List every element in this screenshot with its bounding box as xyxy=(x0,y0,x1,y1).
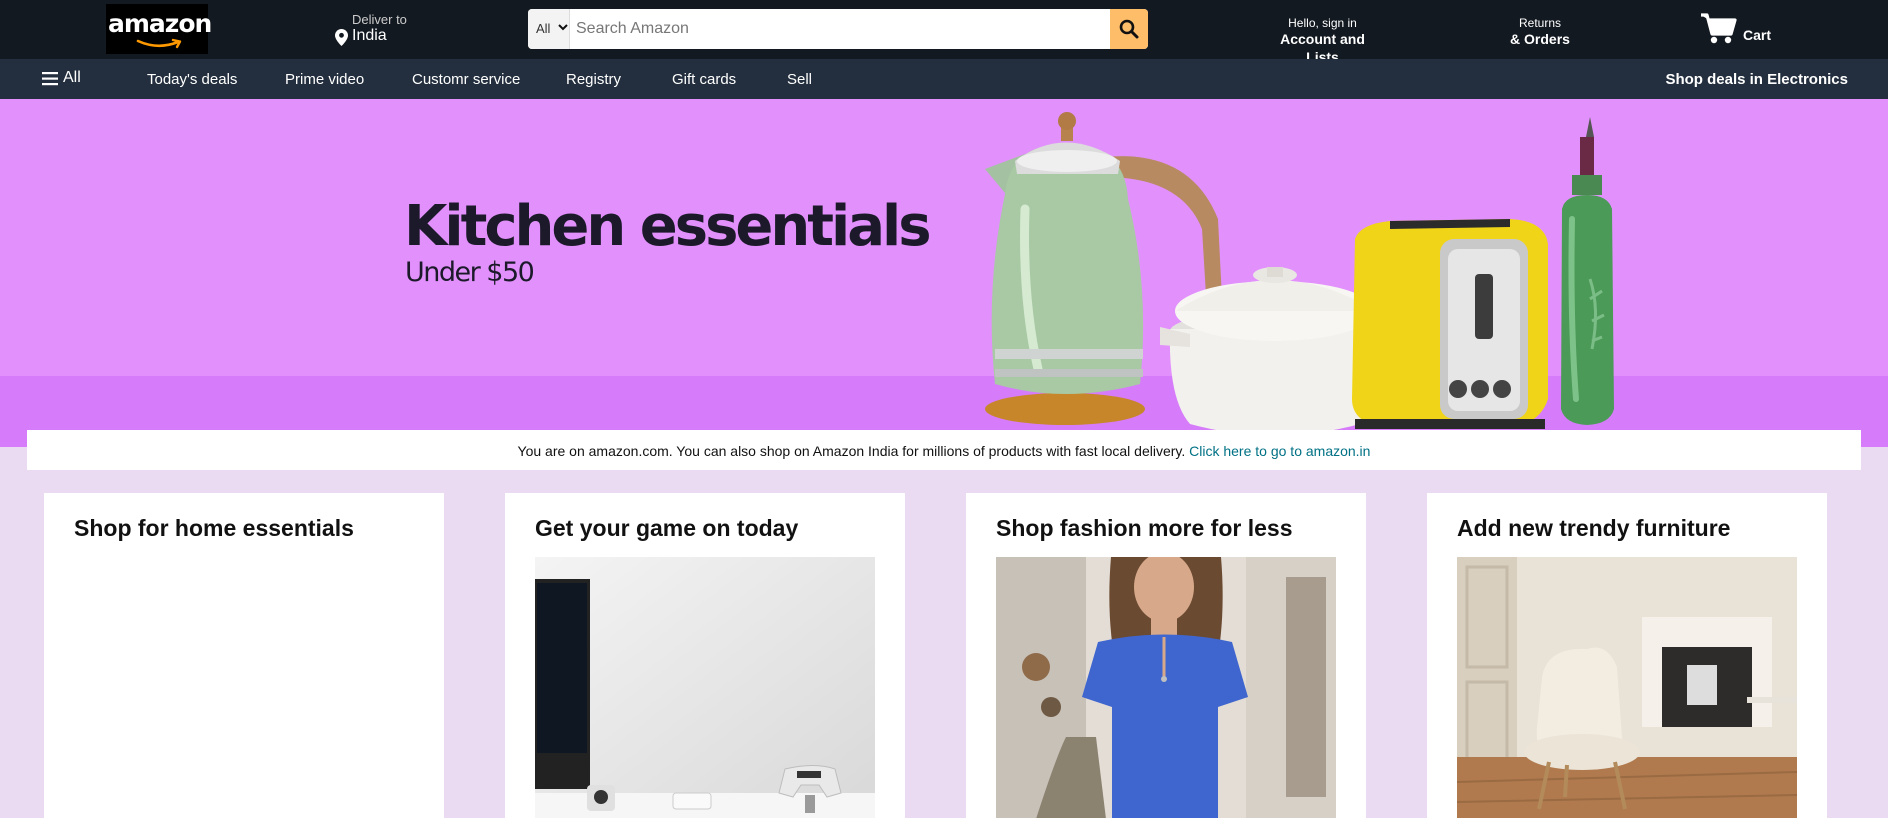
location-pin-icon xyxy=(335,29,348,46)
hero-banner[interactable]: Kitchen essentials Under $50 xyxy=(0,99,1888,447)
chevron-down-icon xyxy=(558,24,568,31)
card-title: Get your game on today xyxy=(535,515,799,541)
hamburger-menu-icon xyxy=(42,72,58,86)
deliver-to-label: Deliver to xyxy=(352,12,407,27)
hero-title: Kitchen essentials xyxy=(404,194,932,259)
logo-text: amazon xyxy=(108,9,212,38)
notice-text: You are on amazon.com. You can also shop… xyxy=(517,443,1190,459)
logo-smile-icon xyxy=(136,38,182,49)
nav-todays-deals[interactable]: Today's deals xyxy=(147,71,237,88)
secondary-navigation-bar: All Today's deals Prime video Customr se… xyxy=(0,59,1888,99)
search-category-select[interactable]: All xyxy=(528,9,570,49)
search-input[interactable] xyxy=(572,9,1102,49)
search-icon xyxy=(1119,19,1139,39)
nav-registry[interactable]: Registry xyxy=(566,71,621,88)
card-furniture[interactable]: Add new trendy furniture xyxy=(1427,493,1827,818)
top-navigation-bar: amazon Deliver to India All Hello xyxy=(0,0,1888,65)
fashion-model-image[interactable] xyxy=(996,557,1336,818)
card-title: Shop for home essentials xyxy=(74,515,354,541)
search-category-value: All xyxy=(536,21,551,36)
card-home-essentials[interactable]: Shop for home essentials xyxy=(44,493,444,818)
gaming-setup-image[interactable] xyxy=(535,557,875,818)
amazon-logo[interactable]: amazon xyxy=(106,4,212,54)
shop-deals-electronics-link[interactable]: Shop deals in Electronics xyxy=(1665,71,1848,88)
nav-gift-cards[interactable]: Gift cards xyxy=(672,71,736,88)
search-button[interactable] xyxy=(1110,9,1148,49)
cart-label: Cart xyxy=(1743,27,1772,43)
oil-bottle-image xyxy=(1561,117,1614,425)
hero-subtitle: Under $50 xyxy=(405,257,535,288)
nav-sell[interactable]: Sell xyxy=(787,71,812,88)
cart-icon xyxy=(1701,13,1737,44)
kitchen-products-image xyxy=(985,112,1614,436)
card-title: Shop fashion more for less xyxy=(996,515,1293,541)
regional-notice-bar: You are on amazon.com. You can also shop… xyxy=(27,430,1861,470)
deliver-location: India xyxy=(352,27,387,44)
amazon-in-link[interactable]: Click here to go to amazon.in xyxy=(1189,443,1370,459)
returns-label: Returns xyxy=(1518,16,1562,30)
card-image-area xyxy=(74,557,414,818)
search-bar: All xyxy=(528,9,1148,49)
nav-prime-video[interactable]: Prime video xyxy=(285,71,364,88)
furniture-chair-image[interactable] xyxy=(1457,557,1797,818)
card-fashion[interactable]: Shop fashion more for less xyxy=(966,493,1366,818)
all-menu-label: All xyxy=(63,69,81,86)
toaster-image xyxy=(1352,219,1548,429)
card-game-on[interactable]: Get your game on today xyxy=(505,493,905,818)
cart-button[interactable]: Cart xyxy=(1700,11,1780,51)
orders-label: & Orders xyxy=(1510,31,1570,47)
account-greeting: Hello, sign in xyxy=(1288,16,1357,30)
returns-and-orders[interactable]: Returns & Orders xyxy=(1505,16,1575,48)
card-title: Add new trendy furniture xyxy=(1457,515,1731,541)
nav-customer-service[interactable]: Customr service xyxy=(412,71,520,88)
